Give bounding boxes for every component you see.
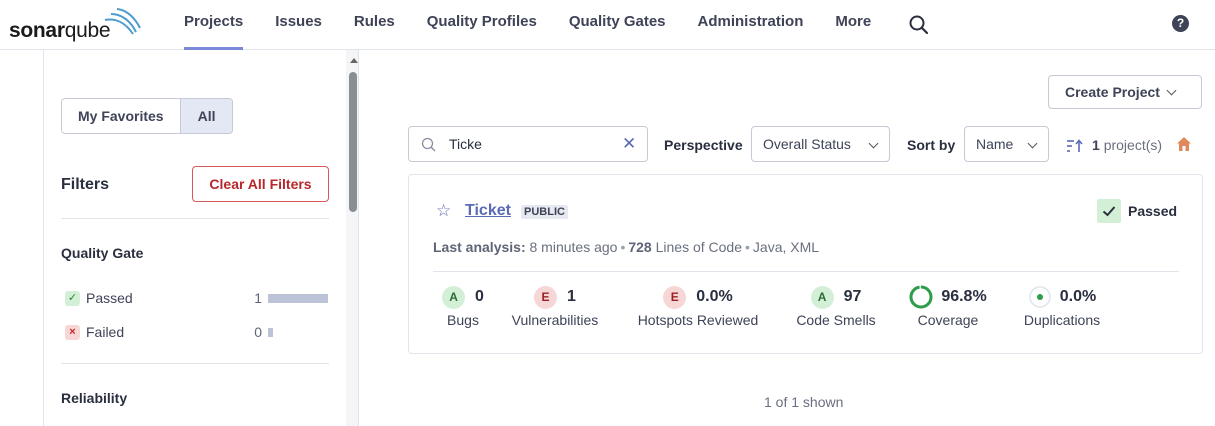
metric-value: 97 [843,288,862,305]
my-favorites-button[interactable]: My Favorites [62,99,180,133]
scroll-thumb[interactable] [349,72,357,212]
results-shown-count: 1 of 1 shown [764,394,844,410]
clear-search-icon[interactable]: ✕ [622,134,636,154]
create-project-button[interactable]: Create Project [1048,75,1202,109]
facet-passed[interactable]: ✓ Passed 1 [65,288,328,308]
logo-text-bold: sonar [9,19,65,42]
metric-value: 0.0% [1059,288,1097,305]
top-navigation-bar: sonarqube Projects Issues Rules Quality … [0,0,1215,50]
coverage-donut-icon [909,285,933,309]
duplications-icon [1029,286,1051,308]
metric-label: Vulnerabilities [511,312,599,328]
quality-gate-facet-title[interactable]: Quality Gate [61,245,143,261]
project-count-number: 1 [1092,137,1100,153]
facet-failed[interactable]: × Failed 0 [65,322,328,342]
sonar-waves-icon [104,8,141,35]
facet-count: 0 [254,324,262,340]
divider [61,363,329,364]
quality-gate-status: Passed [1128,203,1178,219]
project-search-box[interactable]: ✕ [408,126,648,162]
x-icon: × [65,324,80,340]
project-count: 1 project(s) [1092,137,1162,153]
chevron-down-icon [868,138,879,149]
nav-administration[interactable]: Administration [698,0,804,50]
sort-select[interactable]: Name [964,126,1049,162]
nav-issues[interactable]: Issues [275,0,322,50]
project-card: ☆ Ticket PUBLIC Passed Last analysis: 8 … [408,174,1203,354]
reliability-facet-title[interactable]: Reliability [61,390,127,406]
facet-count: 1 [254,290,262,306]
rating-badge: E [534,285,558,309]
metric-value: 1 [567,288,576,305]
filters-sidebar: My Favorites All Filters Clear All Filte… [43,50,359,426]
metric-value: 96.8% [941,288,987,305]
perspective-label: Perspective [664,137,743,153]
rating-badge: E [663,285,687,309]
nav-more[interactable]: More [835,0,871,50]
nav-projects[interactable]: Projects [184,0,244,50]
metric-label: Coverage [917,312,979,328]
facet-bar [268,293,328,303]
project-count-suffix: project(s) [1103,137,1163,153]
languages: Java, XML [752,239,820,255]
last-analysis-label: Last analysis: [433,239,526,255]
metric-duplications[interactable]: 0.0% Duplications [1017,285,1107,328]
sort-by-label: Sort by [907,137,956,153]
create-project-label: Create Project [1065,84,1160,100]
chevron-down-icon [1027,138,1038,149]
metric-hotspots-reviewed[interactable]: E 0.0% Hotspots Reviewed [631,285,765,328]
scroll-up-arrow-icon[interactable] [350,58,358,63]
nav-rules[interactable]: Rules [354,0,395,50]
home-icon[interactable] [1176,136,1192,152]
check-icon: ✓ [65,290,80,306]
rating-badge: A [810,285,834,309]
nav-quality-profiles[interactable]: Quality Profiles [427,0,537,50]
perspective-value: Overall Status [763,136,851,152]
sort-value: Name [976,136,1014,152]
divider [61,218,329,219]
last-analysis-value: 8 minutes ago [529,239,618,255]
search-input[interactable] [449,133,609,155]
loc-label: Lines of Code [655,239,743,255]
metric-label: Bugs [447,312,479,328]
facet-label: Passed [86,290,133,306]
loc-value: 728 [628,239,652,255]
metric-value: 0.0% [696,288,733,305]
metric-label: Duplications [1023,312,1101,328]
perspective-select[interactable]: Overall Status [751,126,890,162]
metric-value: 0 [475,288,484,305]
metric-label: Code Smells [796,312,876,328]
divider [433,271,1179,272]
clear-all-filters-button[interactable]: Clear All Filters [192,166,329,202]
metric-vulnerabilities[interactable]: E1 Vulnerabilities [507,285,603,328]
facet-bar [268,327,273,337]
metric-coverage[interactable]: 96.8% Coverage [903,285,993,328]
help-icon[interactable]: ? [1172,15,1189,32]
quality-gate-passed-icon [1097,199,1121,223]
metric-bugs[interactable]: A0 Bugs [433,285,493,328]
filters-heading: Filters [61,176,110,193]
sidebar-scrollbar[interactable] [346,50,358,426]
global-search-icon[interactable] [908,14,930,36]
chevron-down-icon [1166,85,1177,96]
main-nav: Projects Issues Rules Quality Profiles Q… [184,0,903,50]
metric-label: Hotspots Reviewed [637,312,759,328]
nav-quality-gates[interactable]: Quality Gates [569,0,666,50]
facet-label: Failed [86,324,125,340]
project-name-link[interactable]: Ticket [465,202,511,220]
sort-direction-icon[interactable] [1066,139,1084,153]
all-button[interactable]: All [179,99,233,133]
search-icon [421,137,436,152]
metric-code-smells[interactable]: A 97 Code Smells [791,285,881,328]
star-icon[interactable]: ☆ [436,201,451,221]
analysis-meta: Last analysis: 8 minutes ago • 728 Lines o… [433,239,820,255]
rating-badge: A [442,285,466,309]
favorites-all-toggle: My Favorites All [61,98,234,134]
visibility-badge: PUBLIC [521,205,568,219]
